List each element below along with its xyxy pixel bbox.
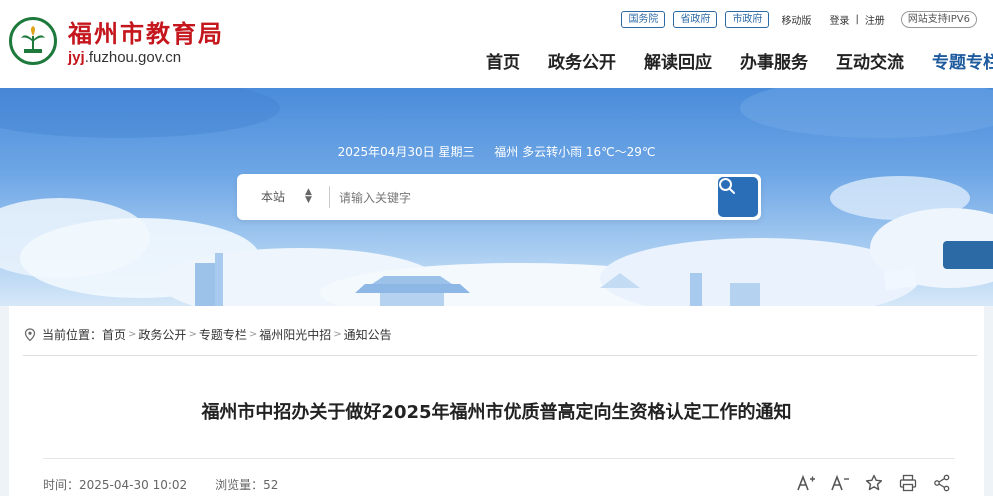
- view-count: 浏览量：52: [215, 476, 278, 493]
- article-card: 当前位置： 首页 > 政务公开 > 专题专栏 > 福州阳光中招 > 通知公告 福…: [9, 306, 984, 496]
- article-meta: 时间：2025-04-30 10:02 浏览量：52: [43, 476, 306, 493]
- breadcrumb-arrow-icon: >: [188, 329, 197, 340]
- view-count-label: 浏览量：: [215, 478, 264, 492]
- nav-services[interactable]: 办事服务: [737, 48, 811, 73]
- logo-emblem[interactable]: [9, 17, 57, 65]
- font-decrease-icon[interactable]: [829, 472, 851, 494]
- article-tools: [795, 472, 965, 494]
- breadcrumb-prefix: 当前位置：: [42, 328, 103, 342]
- font-increase-icon[interactable]: [795, 472, 817, 494]
- date-weather: 2025年04月30日 星期三 福州 多云转小雨 16℃～29℃: [0, 143, 993, 160]
- link-login[interactable]: 登录: [829, 12, 849, 27]
- breadcrumb-arrow-icon: >: [248, 329, 258, 340]
- breadcrumb-gov-affairs[interactable]: 政务公开: [138, 326, 186, 343]
- share-icon[interactable]: [931, 472, 953, 494]
- search-input[interactable]: [337, 183, 711, 213]
- hero-banner: 2025年04月30日 星期三 福州 多云转小雨 16℃～29℃ 本站 ▲ ▼: [0, 88, 993, 306]
- nav-interaction[interactable]: 互动交流: [833, 48, 907, 73]
- link-separator: |: [855, 13, 859, 25]
- breadcrumb-topics[interactable]: 专题专栏: [199, 326, 247, 343]
- nav-home[interactable]: 首页: [483, 48, 523, 73]
- print-icon[interactable]: [897, 472, 919, 494]
- breadcrumb-sunshine-enrollment[interactable]: 福州阳光中招: [259, 326, 331, 343]
- link-state-council[interactable]: 国务院: [621, 10, 666, 28]
- view-count-value: 52: [263, 478, 279, 492]
- site-domain: jyj.fuzhou.gov.cn: [68, 49, 181, 66]
- favorite-star-icon[interactable]: [863, 472, 885, 494]
- nav-topics[interactable]: 专题专栏: [929, 48, 993, 73]
- search-bar: 本站 ▲ ▼: [237, 174, 761, 220]
- current-date: 2025年04月30日 星期三: [337, 145, 475, 159]
- ipv6-badge: 网站支持IPV6: [900, 10, 977, 28]
- weather-info: 福州 多云转小雨 16℃～29℃: [494, 145, 656, 159]
- location-pin-icon: [24, 327, 36, 341]
- sort-arrows-icon[interactable]: ▲ ▼: [305, 188, 312, 205]
- side-tab[interactable]: [943, 241, 993, 269]
- breadcrumb: 当前位置： 首页 > 政务公开 > 专题专栏 > 福州阳光中招 > 通知公告: [24, 326, 392, 343]
- breadcrumb-divider: [23, 355, 977, 356]
- breadcrumb-notices[interactable]: 通知公告: [344, 326, 392, 343]
- main-nav: 首页 政务公开 解读回应 办事服务 互动交流 专题专栏: [483, 48, 993, 73]
- top-links: 国务院 省政府 市政府 移动版 登录 | 注册 网站支持IPV6: [613, 10, 977, 28]
- page-scrollbar[interactable]: [984, 306, 993, 493]
- link-province[interactable]: 省政府: [673, 10, 718, 28]
- search-divider: [329, 186, 330, 208]
- breadcrumb-arrow-icon: >: [128, 329, 137, 340]
- tree-emblem-icon: [16, 24, 50, 58]
- nav-interpretation[interactable]: 解读回应: [641, 48, 715, 73]
- link-city[interactable]: 市政府: [725, 10, 770, 28]
- title-divider: [43, 458, 955, 459]
- domain-suffix: .fuzhou.gov.cn: [84, 49, 182, 66]
- search-button[interactable]: [718, 177, 758, 217]
- search-scope-select[interactable]: 本站: [261, 188, 285, 205]
- publish-time: 时间：2025-04-30 10:02: [43, 476, 187, 493]
- article-title: 福州市中招办关于做好2025年福州市优质普高定向生资格认定工作的通知: [201, 402, 792, 423]
- site-header: 福州市教育局 jyj.fuzhou.gov.cn 国务院 省政府 市政府 移动版…: [0, 0, 993, 88]
- domain-prefix: jyj: [68, 49, 85, 66]
- search-icon: [719, 178, 735, 194]
- link-mobile[interactable]: 移动版: [781, 12, 811, 27]
- publish-time-value: 2025-04-30 10:02: [79, 478, 188, 492]
- breadcrumb-arrow-icon: >: [333, 329, 342, 340]
- site-title[interactable]: 福州市教育局: [68, 14, 224, 49]
- link-register[interactable]: 注册: [865, 12, 885, 27]
- publish-time-label: 时间：: [43, 478, 80, 492]
- nav-gov-affairs[interactable]: 政务公开: [545, 48, 619, 73]
- breadcrumb-home[interactable]: 首页: [102, 326, 126, 343]
